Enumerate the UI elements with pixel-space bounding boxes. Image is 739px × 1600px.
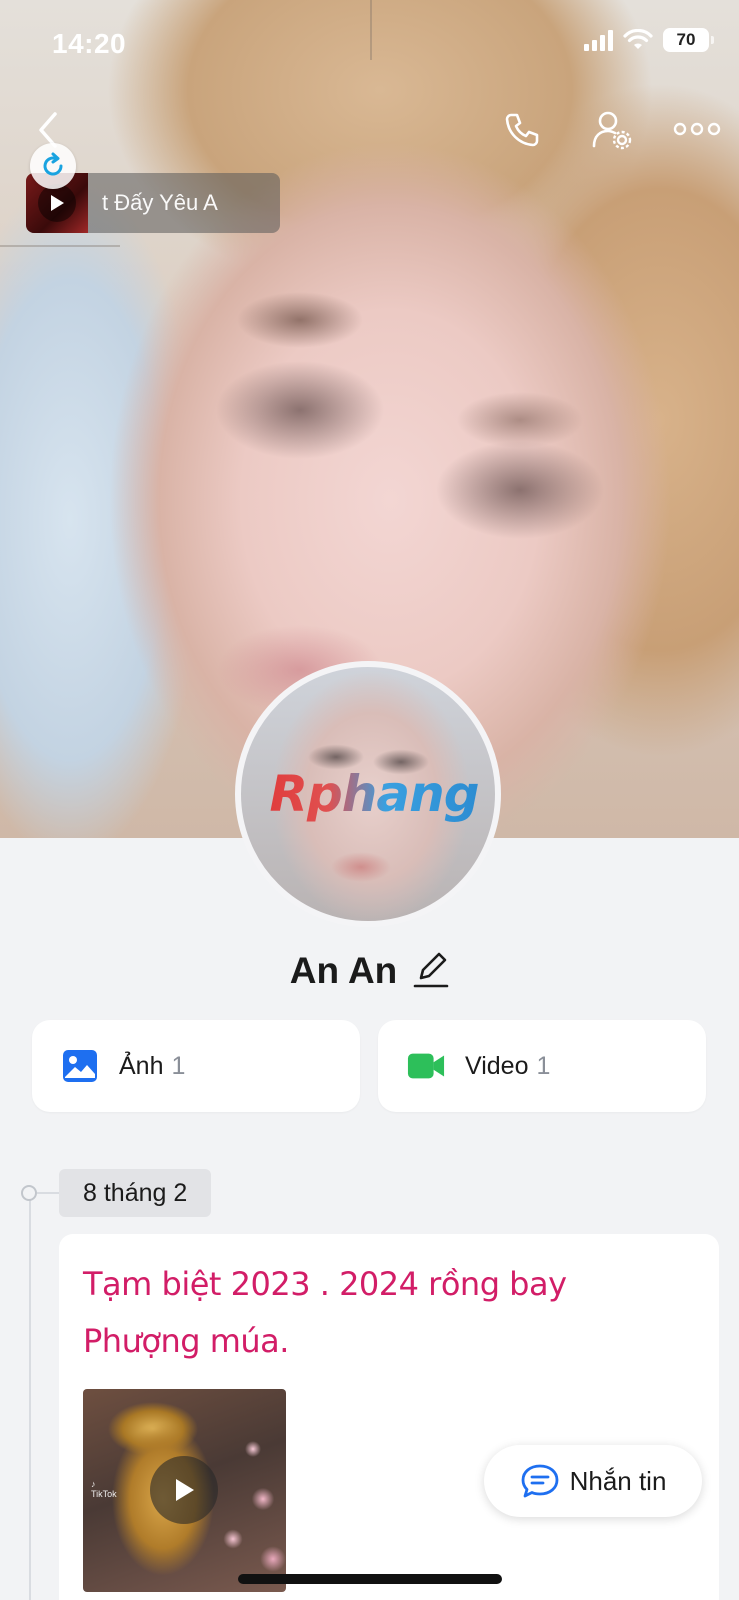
avatar-watermark: Rphang <box>259 765 489 823</box>
avatar[interactable]: Rphang <box>235 661 501 927</box>
battery-icon: 70 <box>663 28 714 52</box>
more-options-icon[interactable] <box>672 114 722 144</box>
timeline-dot <box>21 1185 37 1201</box>
timeline-date: 8 tháng 2 <box>59 1169 212 1217</box>
tiktok-icon: ♪ <box>91 1479 96 1489</box>
profile-name: An An <box>289 949 398 991</box>
ceiling-line <box>0 245 120 247</box>
play-icon[interactable] <box>150 1456 218 1524</box>
photos-card[interactable]: Ảnh 1 <box>32 1020 360 1112</box>
status-time: 14:20 <box>52 28 127 59</box>
phone-icon[interactable] <box>500 108 544 152</box>
status-icons: 70 <box>584 28 714 52</box>
photos-label: Ảnh <box>119 1051 164 1080</box>
video-camera-icon <box>407 1047 445 1085</box>
timeline-post[interactable]: Tạm biệt 2023 . 2024 rồng bay Phượng múa… <box>59 1234 719 1600</box>
videos-card[interactable]: Video 1 <box>378 1020 706 1112</box>
user-settings-icon[interactable] <box>588 106 636 154</box>
tiktok-caption: TikTok <box>91 1489 117 1499</box>
timeline-connector <box>37 1192 59 1194</box>
edit-pencil-icon[interactable] <box>413 948 449 993</box>
photos-count: 1 <box>171 1051 186 1080</box>
home-indicator[interactable] <box>238 1574 502 1584</box>
chat-bubble-icon <box>521 1464 558 1498</box>
play-icon[interactable] <box>38 184 76 222</box>
post-text: Tạm biệt 2023 . 2024 rồng bay Phượng múa… <box>83 1265 567 1360</box>
ceiling-line <box>370 0 372 60</box>
post-video-thumbnail[interactable]: ♪ TikTok <box>83 1389 286 1592</box>
send-message-label: Nhắn tin <box>569 1465 667 1496</box>
videos-label: Video <box>465 1051 529 1080</box>
tiktok-watermark: ♪ TikTok <box>91 1479 117 1499</box>
profile-name-row: An An <box>0 948 739 993</box>
send-message-button[interactable]: Nhắn tin <box>484 1445 702 1517</box>
image-icon <box>61 1047 99 1085</box>
signal-icon <box>584 29 613 51</box>
wifi-icon <box>623 29 653 49</box>
timeline-line <box>29 1195 31 1600</box>
music-title: t Đấy Yêu A <box>102 190 218 215</box>
refresh-icon[interactable] <box>30 143 76 189</box>
videos-count: 1 <box>536 1051 551 1080</box>
